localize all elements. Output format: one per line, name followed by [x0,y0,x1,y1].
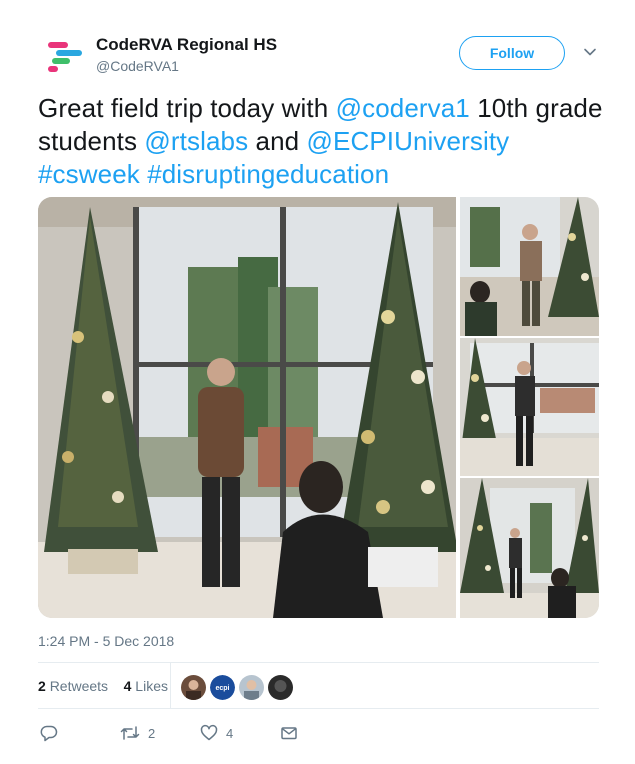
like-button[interactable]: 4 [200,722,233,744]
tweet-stats: 2 Retweets 4 Likes [38,678,168,694]
chevron-down-icon[interactable] [582,44,598,60]
hashtag-link[interactable]: #disruptingeducation [147,159,389,189]
retweet-count: 2 [148,725,156,741]
tweet-header: CodeRVA Regional HS @CodeRVA1 Follow [0,0,635,90]
logo-bar-pink-short [48,66,58,72]
retweets-count: 2 [38,678,46,694]
logo-bar-green [52,58,70,64]
logo-bar-blue [56,50,82,56]
display-name[interactable]: CodeRVA Regional HS [96,35,277,55]
likes-count: 4 [123,678,132,694]
likes-stat[interactable]: 4 Likes [124,678,168,694]
reply-button[interactable] [40,722,58,744]
account-handle[interactable]: @CodeRVA1 [96,58,179,74]
tweet-actions: 2 4 [38,722,338,746]
mention-link[interactable]: @rtslabs [144,126,248,156]
svg-text:ecpi: ecpi [215,685,229,692]
direct-message-button[interactable] [280,722,298,744]
tweet-text-segment: and [248,126,307,156]
mention-link[interactable]: @ECPIUniversity [307,126,510,156]
tweet-text: Great field trip today with @coderva1 10… [38,92,608,191]
likes-label: Likes [135,678,168,694]
retweets-label: Retweets [49,678,109,694]
like-count: 4 [226,725,234,741]
divider-top [38,662,599,663]
avatar[interactable] [267,674,294,701]
avatar[interactable] [238,674,265,701]
coderva-logo[interactable] [46,36,86,76]
retweet-icon [120,724,140,742]
follow-button[interactable]: Follow [459,36,565,70]
reply-icon [40,724,58,742]
main-photo-presenter-by-christmas-tree[interactable] [38,197,456,618]
photo-presenter-by-window[interactable] [460,338,599,476]
avatar[interactable] [180,674,207,701]
tweet-timestamp[interactable]: 1:24 PM - 5 Dec 2018 [38,633,174,649]
envelope-icon [280,724,298,742]
photo-wide-room-with-trees[interactable] [460,478,599,618]
heart-icon [200,724,218,742]
mention-link[interactable]: @coderva1 [336,93,470,123]
retweet-button[interactable]: 2 [120,722,155,744]
divider-bottom [38,708,599,709]
hashtag-link[interactable]: #csweek [38,159,140,189]
media-grid [38,197,599,618]
photo-presenter-with-students[interactable] [460,197,599,336]
retweets-stat[interactable]: 2 Retweets [38,678,108,694]
stats-separator [170,662,171,708]
avatar[interactable]: ecpi [209,674,236,701]
tweet-text-segment: Great field trip today with [38,93,336,123]
logo-bar-pink [48,42,68,48]
